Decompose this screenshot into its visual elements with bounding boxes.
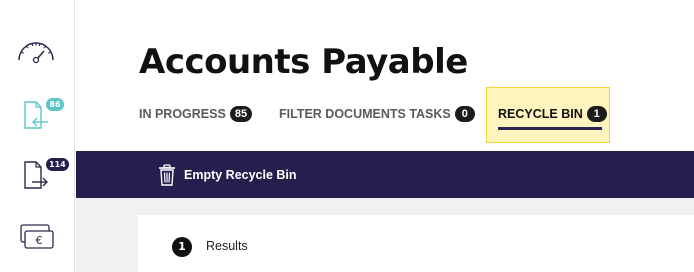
- page-title: Accounts Payable: [139, 42, 468, 82]
- main-content: Accounts Payable IN PROGRESS 85 FILTER D…: [76, 0, 694, 272]
- empty-recycle-bin-label: Empty Recycle Bin: [184, 168, 297, 182]
- tab-in-progress[interactable]: IN PROGRESS 85: [139, 104, 253, 124]
- tab-label: IN PROGRESS: [139, 107, 226, 121]
- results-panel: 1 Results: [138, 215, 694, 272]
- outgoing-count-badge: 114: [46, 158, 69, 171]
- tab-count-badge: 0: [454, 106, 475, 122]
- incoming-count-badge: 86: [46, 98, 64, 111]
- tab-count-badge: 85: [229, 106, 253, 122]
- results-count-badge: 1: [172, 237, 192, 257]
- trash-icon: [159, 164, 175, 186]
- sidebar-item-payments[interactable]: €: [0, 214, 75, 262]
- tab-label: FILTER DOCUMENTS TASKS: [279, 107, 451, 121]
- sidebar: 86 114 €: [0, 0, 75, 272]
- results-label: Results: [206, 239, 248, 253]
- active-tab-underline: [498, 127, 602, 130]
- sidebar-item-dashboard[interactable]: [0, 28, 75, 76]
- svg-text:€: €: [36, 234, 43, 247]
- sidebar-item-incoming-documents[interactable]: 86: [0, 92, 75, 140]
- toolbar: Empty Recycle Bin: [76, 151, 694, 198]
- wallet-euro-icon: €: [20, 224, 54, 249]
- tab-count-badge: 1: [586, 106, 607, 122]
- sidebar-item-outgoing-documents[interactable]: 114: [0, 152, 75, 200]
- tab-recycle-bin[interactable]: RECYCLE BIN 1: [498, 104, 607, 124]
- empty-recycle-bin-button[interactable]: Empty Recycle Bin: [158, 163, 297, 187]
- tab-label: RECYCLE BIN: [498, 107, 583, 121]
- speedometer-icon: [18, 42, 54, 64]
- tab-filter-documents-tasks[interactable]: FILTER DOCUMENTS TASKS 0: [279, 104, 475, 124]
